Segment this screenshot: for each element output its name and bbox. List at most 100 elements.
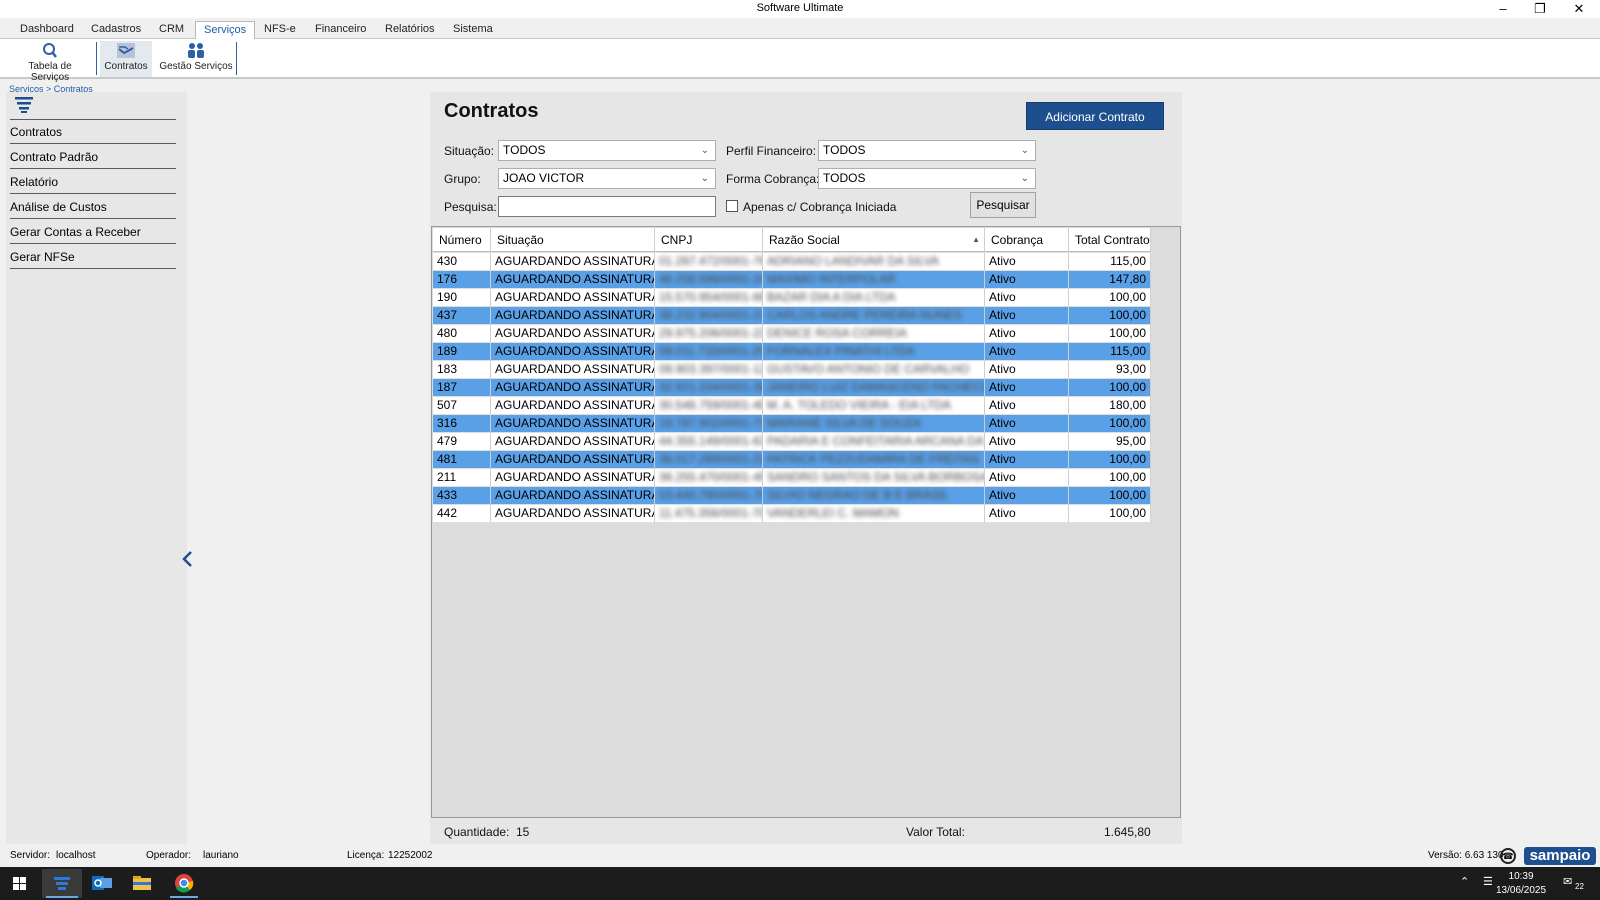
cell-situacao-text: AGUARDANDO ASSINATURA — [495, 470, 655, 484]
cell-situacao-text: AGUARDANDO ASSINATURA — [495, 308, 655, 322]
chevron-up-icon[interactable]: ⌃ — [1460, 875, 1469, 888]
cell-cnpj: 29.975.206/0001-22 — [655, 325, 763, 343]
network-icon[interactable]: ☰ — [1483, 875, 1493, 888]
cell-situacao-text: AGUARDANDO ASSINATURA — [495, 506, 655, 520]
column-header-cnpj[interactable]: CNPJ — [655, 228, 763, 252]
cell-cnpj: 03.440.790/0001-76 — [655, 487, 763, 505]
cell-total-text: 100,00 — [1109, 470, 1146, 484]
cell-numero-text: 480 — [437, 326, 458, 340]
clock-date: 13/06/2025 — [1496, 885, 1547, 896]
sidebar-item-gerar-nfse[interactable]: Gerar NFSe — [10, 245, 176, 269]
contratos-button[interactable]: Contratos — [100, 41, 152, 77]
cell-cnpj: 09.903.397/0001-12 — [655, 361, 763, 379]
chrome-icon[interactable] — [164, 869, 204, 898]
restore-button[interactable]: ❐ — [1523, 0, 1557, 18]
tab-financeiro[interactable]: Financeiro — [307, 21, 374, 39]
add-contract-button[interactable]: Adicionar Contrato — [1026, 102, 1164, 130]
grupo-select[interactable]: JOAO VICTOR ⌄ — [498, 168, 716, 189]
cell-situacao: AGUARDANDO ASSINATURA — [491, 505, 655, 523]
cell-cnpj-text: 38.232.904/0001-21 — [659, 308, 763, 322]
tab-sistema[interactable]: Sistema — [445, 21, 501, 39]
notifications-icon[interactable]: ✉ — [1563, 875, 1572, 888]
sidebar-item-contratos[interactable]: Contratos — [10, 120, 176, 144]
cell-cnpj-text: 09.903.397/0001-12 — [659, 362, 763, 376]
windows-start-icon[interactable] — [0, 869, 40, 898]
app-icon[interactable] — [42, 869, 82, 898]
sidebar-item-relatorio[interactable]: Relatório — [10, 170, 176, 194]
cobranca-iniciada-checkbox[interactable] — [726, 200, 738, 212]
cell-numero: 183 — [433, 361, 491, 379]
perfil-financeiro-select[interactable]: TODOS ⌄ — [818, 140, 1036, 161]
cell-cobranca-text: Ativo — [989, 434, 1016, 448]
chevron-left-icon[interactable] — [181, 550, 195, 568]
sidebar-item-contrato-padrao[interactable]: Contrato Padrão — [10, 145, 176, 169]
cell-situacao: AGUARDANDO ASSINATURA — [491, 289, 655, 307]
cell-razao-social: CARLOS ANDRE PEREIRA NUNES — [763, 307, 985, 325]
column-header-total[interactable]: Total Contrato — [1069, 228, 1151, 252]
cell-situacao: AGUARDANDO ASSINATURA — [491, 271, 655, 289]
cell-cobranca: Ativo — [985, 505, 1069, 523]
cell-numero: 176 — [433, 271, 491, 289]
cell-cobranca-text: Ativo — [989, 344, 1016, 358]
search-button[interactable]: Pesquisar — [970, 192, 1036, 218]
situacao-select[interactable]: TODOS ⌄ — [498, 140, 716, 161]
close-button[interactable]: ✕ — [1562, 0, 1596, 18]
tabela-servicos-button[interactable]: Tabela de Serviços — [8, 41, 92, 83]
cell-numero-text: 183 — [437, 362, 458, 376]
cell-cobranca: Ativo — [985, 271, 1069, 289]
cell-cobranca: Ativo — [985, 433, 1069, 451]
file-explorer-icon[interactable] — [122, 869, 162, 898]
cell-razao-social: PATRICK PEZZUDAMIRA DE FREITAS — [763, 451, 985, 469]
window-title: Software Ultimate — [756, 2, 844, 14]
cell-total: 100,00 — [1069, 487, 1151, 505]
tab-relatorios[interactable]: Relatórios — [377, 21, 443, 39]
cell-cobranca-text: Ativo — [989, 488, 1016, 502]
taskbar-clock[interactable]: 10:39 13/06/2025 — [1496, 870, 1546, 898]
cell-total-text: 100,00 — [1109, 290, 1146, 304]
cell-cobranca: Ativo — [985, 451, 1069, 469]
minimize-button[interactable]: – — [1486, 0, 1520, 18]
search-input[interactable] — [498, 196, 716, 217]
sidebar-item-analise-custos[interactable]: Análise de Custos — [10, 195, 176, 219]
cell-cobranca-text: Ativo — [989, 254, 1016, 268]
cell-total-text: 115,00 — [1110, 254, 1146, 268]
cell-total-text: 115,00 — [1110, 344, 1146, 358]
cell-cnpj-text: 01.287.472/0001-76 — [659, 254, 763, 268]
column-header-numero[interactable]: Número — [433, 228, 491, 252]
tab-crm[interactable]: CRM — [151, 21, 192, 39]
forma-cobranca-select[interactable]: TODOS ⌄ — [818, 168, 1036, 189]
cell-razao-social: JANEIRO LUIZ DAMASCENO PACHECO — [763, 379, 985, 397]
tab-dashboard[interactable]: Dashboard — [12, 21, 82, 39]
chevron-down-icon: ⌄ — [700, 145, 709, 156]
column-header-situacao[interactable]: Situação — [491, 228, 655, 252]
cell-cobranca: Ativo — [985, 487, 1069, 505]
menu-icon[interactable] — [15, 96, 33, 114]
cell-total-text: 100,00 — [1109, 380, 1146, 394]
cell-cnpj-text: 15.570.954/0001-66 — [659, 290, 763, 304]
cell-numero: 479 — [433, 433, 491, 451]
cell-numero-text: 211 — [437, 470, 457, 484]
sidebar-item-gerar-contas[interactable]: Gerar Contas a Receber — [10, 220, 176, 244]
cell-cobranca: Ativo — [985, 343, 1069, 361]
tab-cadastros[interactable]: Cadastros — [83, 21, 149, 39]
clock-time: 10:39 — [1508, 871, 1534, 882]
valor-total-value: 1.645,80 — [1104, 825, 1151, 839]
column-header-razao-social[interactable]: Razão Social ▲ — [763, 228, 985, 252]
tab-nfse[interactable]: NFS-e — [256, 21, 304, 39]
cell-numero: 316 — [433, 415, 491, 433]
whatsapp-icon[interactable]: ☎ — [1500, 848, 1516, 864]
cell-cobranca-text: Ativo — [989, 362, 1016, 376]
cell-razao-social: DENICE ROSA CORREIA — [763, 325, 985, 343]
cell-cobranca-text: Ativo — [989, 326, 1016, 340]
notification-count: 22 — [1575, 882, 1584, 891]
tab-servicos[interactable]: Serviços — [195, 21, 256, 40]
grupo-label: Grupo: — [444, 172, 481, 186]
cell-cobranca-text: Ativo — [989, 380, 1016, 394]
cell-razao-social: VANDERLEI C. MAMON — [763, 505, 985, 523]
cell-razao-social-text: MARIANE SILVA DE SOUZA — [767, 416, 922, 430]
cell-razao-social: MAXIMO INTERPOLAR — [763, 271, 985, 289]
column-header-cobranca[interactable]: Cobrança — [985, 228, 1069, 252]
outlook-icon[interactable] — [82, 869, 122, 898]
gestao-servicos-button[interactable]: Gestão Serviços — [158, 41, 234, 77]
vertical-scrollbar[interactable] — [1590, 92, 1600, 844]
